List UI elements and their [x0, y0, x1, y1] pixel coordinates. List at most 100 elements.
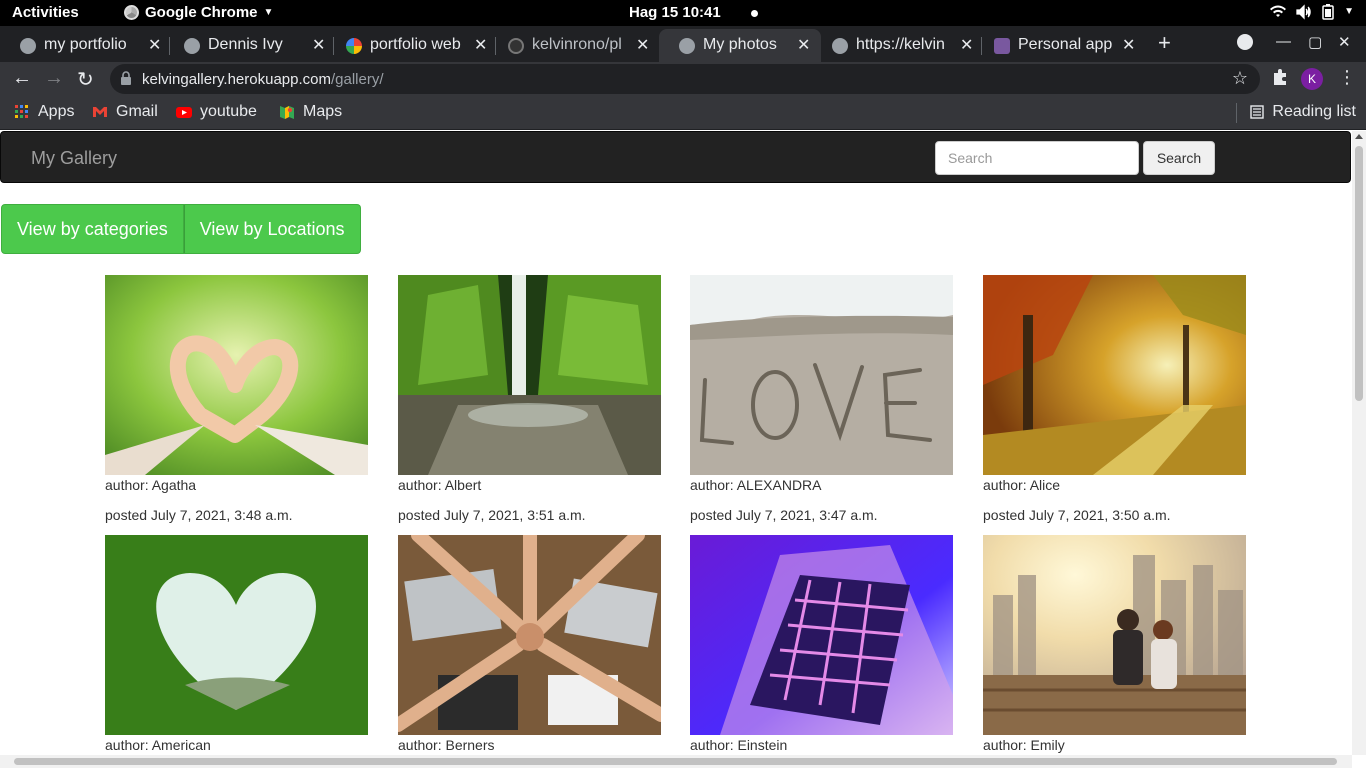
photo-author: author: Alice: [983, 477, 1061, 493]
vertical-scrollbar[interactable]: [1352, 131, 1366, 755]
vertical-scroll-thumb[interactable]: [1355, 146, 1363, 401]
globe-icon: [679, 38, 695, 54]
new-tab-plus-icon[interactable]: +: [1158, 30, 1171, 56]
close-icon[interactable]: ✕: [797, 35, 810, 55]
photo-posted-date: posted July 7, 2021, 3:50 a.m.: [983, 507, 1171, 523]
heroku-icon: [994, 38, 1010, 54]
google-icon: [346, 38, 362, 54]
globe-icon: [20, 38, 36, 54]
notification-dot-icon: [751, 10, 758, 17]
activities-button[interactable]: Activities: [12, 4, 79, 21]
url-text: kelvingallery.herokuapp.com/gallery/: [142, 71, 384, 88]
tab-github-kelvinrono[interactable]: kelvinrono/pl ✕: [488, 29, 658, 62]
bookmark-maps[interactable]: Maps: [279, 103, 342, 121]
chrome-icon: [124, 5, 139, 20]
lock-icon: [121, 71, 131, 85]
bookmark-youtube[interactable]: youtube: [176, 103, 257, 121]
bookmark-star-icon[interactable]: ☆: [1232, 68, 1248, 89]
gmail-icon: [93, 107, 107, 117]
app-menu[interactable]: Google Chrome ▼: [124, 4, 273, 21]
back-arrow-icon[interactable]: ←: [12, 67, 32, 90]
photo-laptop-neon[interactable]: [690, 535, 953, 735]
photo-autumn-forest[interactable]: [983, 275, 1246, 475]
url-path: /gallery/: [331, 71, 384, 88]
youtube-icon: [176, 107, 192, 118]
photo-author: author: Berners: [398, 737, 495, 753]
photo-couple-city[interactable]: [983, 535, 1246, 735]
bookmark-label: youtube: [200, 103, 257, 120]
tab-title: my portfolio: [44, 36, 127, 53]
close-icon[interactable]: ✕: [474, 35, 487, 55]
maps-icon: [280, 106, 294, 119]
site-brand[interactable]: My Gallery: [31, 148, 117, 169]
bookmark-gmail[interactable]: Gmail: [92, 103, 158, 121]
wifi-icon: [1270, 5, 1287, 17]
photo-love-sand[interactable]: [690, 275, 953, 475]
clock[interactable]: Hag 15 10:41: [629, 4, 721, 21]
photo-author: author: Albert: [398, 477, 482, 493]
profile-avatar[interactable]: K: [1301, 68, 1323, 90]
system-top-bar: Activities Google Chrome ▼ Hag 15 10:41 …: [0, 0, 1366, 26]
photo-heart-leaves[interactable]: [105, 535, 368, 735]
forward-arrow-icon[interactable]: →: [44, 67, 64, 90]
github-icon: [508, 38, 524, 54]
bookmark-label: Apps: [38, 103, 75, 120]
photo-card: author: Berners: [391, 528, 668, 753]
close-icon[interactable]: ✕: [636, 35, 649, 55]
globe-icon: [184, 38, 200, 54]
search-button[interactable]: Search: [1143, 141, 1215, 175]
horizontal-scrollbar[interactable]: [0, 755, 1352, 768]
volume-icon: [1296, 4, 1311, 20]
bookmark-apps[interactable]: Apps: [14, 103, 74, 121]
photo-author: author: Emily: [983, 737, 1065, 753]
tab-personal-app[interactable]: Personal app ✕: [974, 29, 1144, 62]
close-icon[interactable]: ✕: [960, 35, 973, 55]
close-icon[interactable]: ✕: [148, 35, 161, 55]
photo-card: author: American: [105, 535, 368, 753]
maximize-icon[interactable]: ▢: [1308, 33, 1322, 51]
system-tray[interactable]: ▼: [1270, 4, 1354, 20]
photo-card: author: Alice posted July 7, 2021, 3:50 …: [983, 275, 1246, 523]
apps-grid-icon: [15, 105, 28, 118]
tab-https-kelvin[interactable]: https://kelvin ✕: [812, 29, 982, 62]
tab-title: Dennis Ivy: [208, 36, 283, 53]
photo-author: author: Agatha: [105, 477, 197, 493]
photo-card: author: Agatha posted July 7, 2021, 3:48…: [105, 275, 368, 523]
photo-card: author: ALEXANDRA posted July 7, 2021, 3…: [690, 275, 953, 523]
minimize-icon[interactable]: —: [1276, 33, 1291, 50]
tab-portfolio-web[interactable]: portfolio web ✕: [326, 29, 496, 62]
close-icon[interactable]: ✕: [1122, 35, 1135, 55]
photo-hands-heart[interactable]: [105, 275, 368, 475]
tab-my-portfolio[interactable]: my portfolio ✕: [0, 29, 170, 62]
photo-posted-date: posted July 7, 2021, 3:51 a.m.: [398, 507, 586, 523]
extensions-puzzle-icon[interactable]: [1271, 68, 1289, 86]
reload-icon[interactable]: ↻: [77, 67, 94, 92]
chevron-down-icon: ▼: [1344, 6, 1354, 17]
view-by-categories-button[interactable]: View by categories: [1, 204, 184, 254]
address-bar[interactable]: kelvingallery.herokuapp.com/gallery/ ☆: [110, 64, 1260, 94]
more-menu-icon[interactable]: ⋮: [1338, 67, 1356, 88]
tab-search-chevron-icon[interactable]: [1237, 34, 1253, 50]
reading-list-label: Reading list: [1272, 103, 1356, 120]
view-button-group: View by categories View by Locations: [1, 204, 361, 254]
tab-dennis-ivy[interactable]: Dennis Ivy ✕: [164, 29, 334, 62]
horizontal-scroll-thumb[interactable]: [14, 758, 1337, 765]
window-close-icon[interactable]: ✕: [1338, 33, 1351, 51]
bookmark-label: Gmail: [116, 103, 158, 120]
photo-team-fist-bump[interactable]: [391, 528, 668, 735]
url-host: kelvingallery.herokuapp.com: [142, 71, 331, 88]
photo-posted-date: posted July 7, 2021, 3:47 a.m.: [690, 507, 878, 523]
reading-list-button[interactable]: Reading list: [1236, 103, 1356, 123]
tab-title: https://kelvin: [856, 36, 945, 53]
photo-card: author: Albert posted July 7, 2021, 3:51…: [398, 275, 661, 523]
tab-my-photos[interactable]: My photos ✕: [659, 29, 821, 62]
globe-icon: [832, 38, 848, 54]
scroll-up-arrow-icon[interactable]: [1355, 134, 1363, 139]
photo-waterfall[interactable]: [398, 275, 661, 475]
reading-list-icon: [1250, 105, 1265, 119]
search-input[interactable]: [935, 141, 1139, 175]
close-icon[interactable]: ✕: [312, 35, 325, 55]
site-navbar: My Gallery Search: [0, 131, 1351, 183]
bookmark-label: Maps: [303, 103, 343, 120]
view-by-locations-button[interactable]: View by Locations: [183, 204, 361, 254]
